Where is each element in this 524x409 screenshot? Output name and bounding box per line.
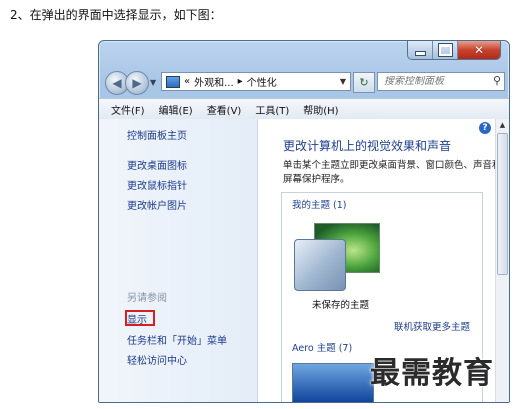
menu-bar: 文件(F) 编辑(E) 查看(V) 工具(T) 帮助(H)	[99, 98, 509, 120]
menu-file[interactable]: 文件(F)	[111, 102, 145, 117]
sidebar: 控制面板主页 更改桌面图标 更改鼠标指针 更改帐户图片 另请参阅 显示 任务栏和…	[99, 119, 258, 402]
vertical-scrollbar[interactable]: ▲	[495, 119, 509, 402]
recent-pages-dropdown-icon[interactable]: ▼	[150, 78, 156, 87]
minimize-icon	[414, 50, 426, 56]
menu-edit[interactable]: 编辑(E)	[159, 102, 193, 117]
aero-themes-heading: Aero 主题 (7)	[292, 343, 353, 354]
scroll-up-icon[interactable]: ▲	[496, 119, 509, 131]
maximize-icon	[437, 43, 453, 57]
back-arrow-icon: ◀	[112, 76, 122, 90]
theme-window-color-preview	[294, 239, 346, 291]
address-prefix: «	[184, 76, 191, 87]
search-icon[interactable]: ⚲	[493, 74, 501, 87]
address-segment-personalization[interactable]: 个性化	[247, 74, 277, 89]
refresh-button[interactable]: ↻	[353, 72, 375, 93]
sidebar-change-account-picture[interactable]: 更改帐户图片	[127, 197, 187, 212]
address-bar[interactable]: « 外观和... ▸ 个性化 ▼	[161, 72, 351, 91]
minimize-button[interactable]	[408, 41, 432, 59]
forward-arrow-icon: ▶	[132, 76, 142, 90]
menu-view[interactable]: 查看(V)	[207, 102, 242, 117]
close-button[interactable]: ✕	[457, 41, 500, 59]
watermark: 最需教育	[370, 356, 494, 391]
maximize-button[interactable]	[432, 41, 457, 59]
get-more-themes-link[interactable]: 联机获取更多主题	[394, 319, 470, 333]
my-themes-heading: 我的主题 (1)	[292, 200, 347, 211]
menu-help[interactable]: 帮助(H)	[303, 102, 338, 117]
address-separator-icon[interactable]: ▸	[238, 76, 243, 87]
sidebar-change-mouse-pointers[interactable]: 更改鼠标指针	[127, 177, 187, 192]
navigation-row: ◀ ▶ ▼ « 外观和... ▸ 个性化 ▼ ↻ ⚲	[103, 69, 505, 95]
sidebar-ease-of-access[interactable]: 轻松访问中心	[127, 352, 187, 367]
close-icon: ✕	[473, 43, 485, 57]
address-segment-appearance[interactable]: 外观和...	[194, 74, 234, 89]
scroll-thumb[interactable]	[497, 133, 508, 275]
unsaved-theme-thumbnail[interactable]	[294, 223, 386, 291]
search-box: ⚲	[377, 72, 505, 91]
aero-theme-thumbnail[interactable]	[292, 363, 374, 402]
sidebar-taskbar-start-menu[interactable]: 任务栏和「开始」菜单	[127, 332, 227, 347]
caption-buttons: ✕	[407, 41, 501, 60]
menu-tools[interactable]: 工具(T)	[255, 102, 289, 117]
refresh-icon: ↻	[359, 76, 369, 89]
forward-button[interactable]: ▶	[125, 71, 149, 95]
unsaved-theme-label[interactable]: 未保存的主题	[312, 297, 369, 311]
sidebar-control-panel-home[interactable]: 控制面板主页	[127, 127, 187, 142]
address-dropdown-icon[interactable]: ▼	[340, 77, 346, 86]
sidebar-display[interactable]: 显示	[127, 311, 147, 326]
control-panel-icon	[166, 75, 180, 88]
page-description: 单击某个主题立即更改桌面背景、窗口颜色、声音和屏幕保护程序。	[283, 160, 502, 185]
page-title: 更改计算机上的视觉效果和声音	[283, 139, 452, 153]
sidebar-change-desktop-icons[interactable]: 更改桌面图标	[127, 157, 187, 172]
help-icon[interactable]: ?	[479, 122, 491, 134]
see-also-heading: 另请参阅	[127, 293, 167, 304]
search-input[interactable]	[384, 76, 484, 87]
document-heading: 2、在弹出的界面中选择显示，如下图：	[10, 8, 222, 22]
